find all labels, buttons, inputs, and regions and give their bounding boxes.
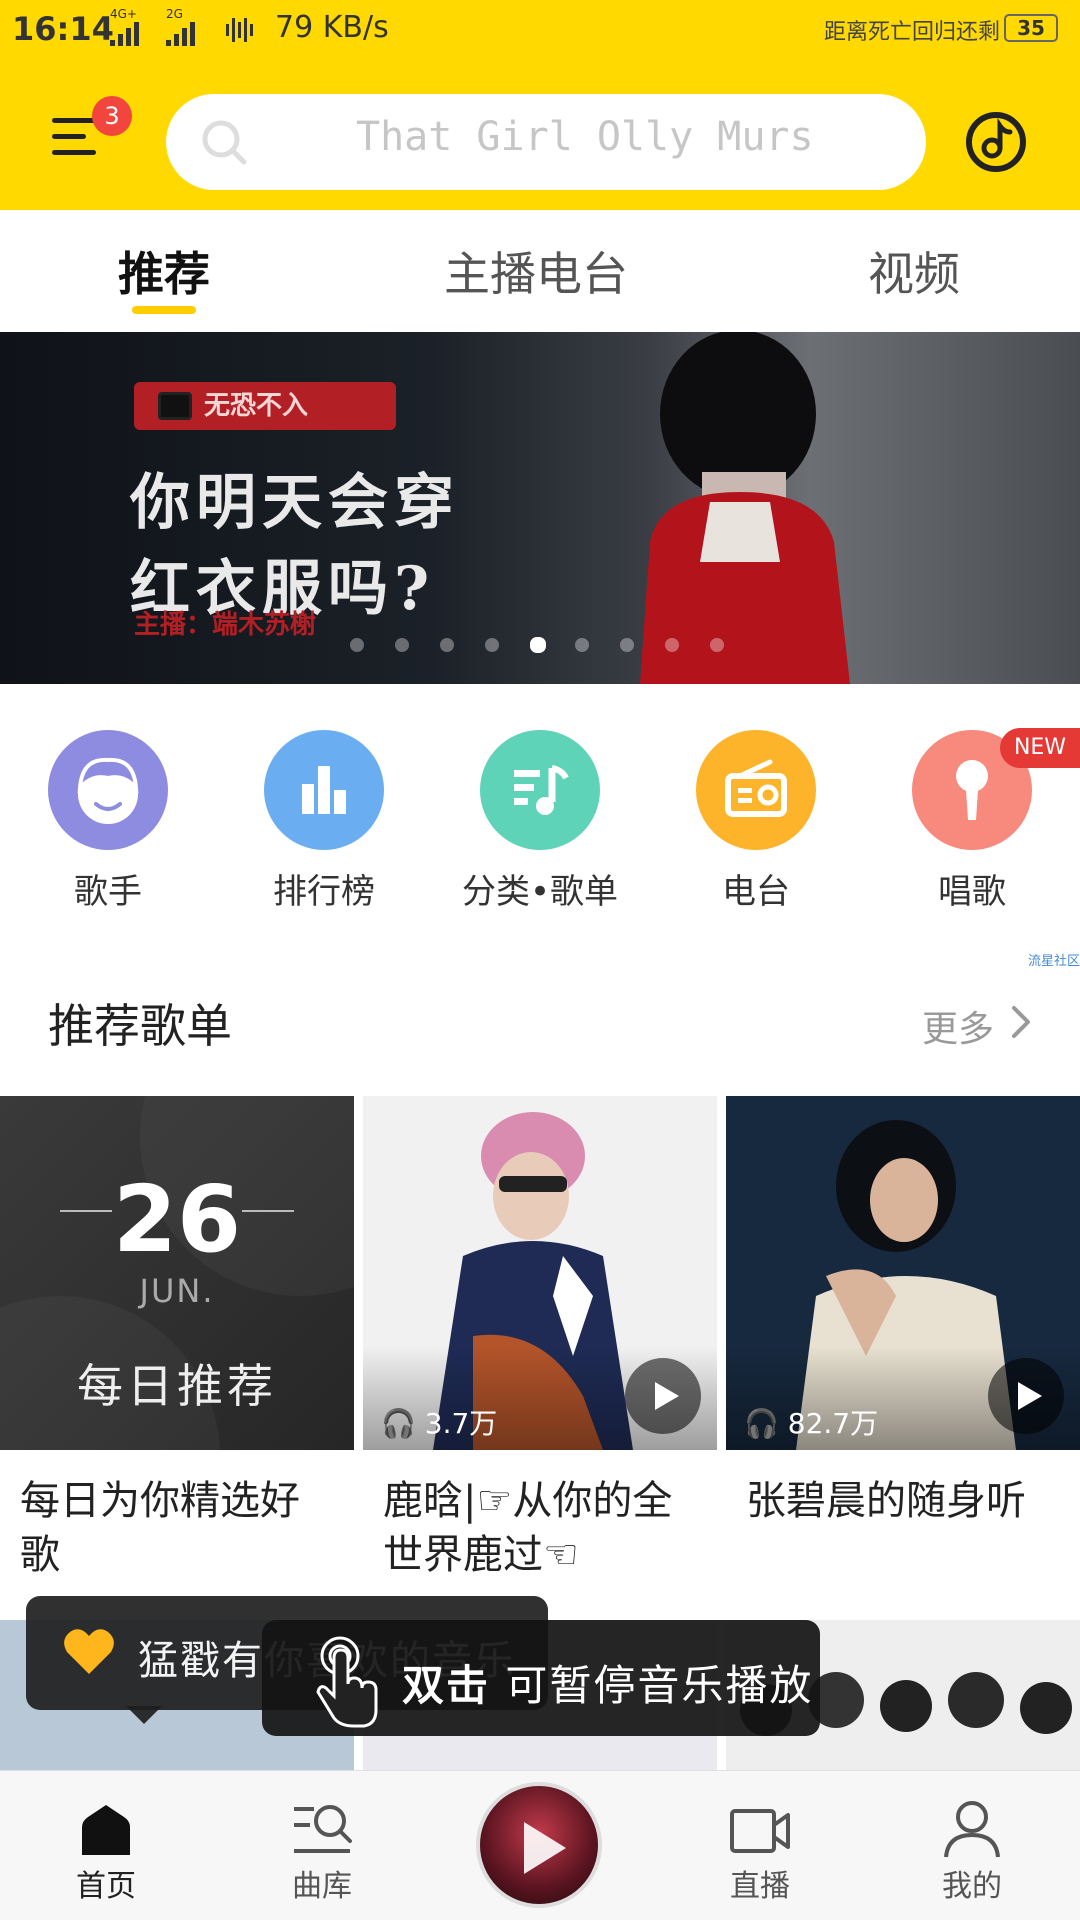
banner-figure-image (640, 332, 850, 684)
video-camera-icon (730, 1809, 790, 1853)
nav-label: 首页 (76, 1869, 136, 1904)
nav-label: 曲库 (292, 1869, 352, 1904)
quick-link-label: 排行榜 (273, 872, 375, 912)
music-recognition-icon[interactable] (964, 110, 1028, 174)
nav-mine[interactable]: 我的 (902, 1799, 1042, 1905)
signal-icon: 4G+ 2G (110, 8, 253, 46)
tab-anchor-radio[interactable]: 主播电台 (444, 238, 628, 304)
playlist-cover: 🎧 82.7万 (726, 1096, 1080, 1450)
carousel-dot[interactable] (350, 638, 364, 652)
status-time: 16:14 (12, 10, 114, 48)
network-1-label: 4G+ (110, 8, 137, 21)
banner-tag: 无恐不入 (134, 382, 396, 430)
quick-link-label: 歌手 (74, 872, 142, 912)
ad-mark: 流星社区 (1028, 954, 1080, 969)
carousel-dot[interactable] (485, 638, 499, 652)
quick-link-category[interactable]: 分类•歌单 (440, 730, 640, 913)
carousel-dot[interactable] (395, 638, 409, 652)
tap-hand-icon (316, 1636, 378, 1728)
daily-recommend-cover: 26 JUN. 每日推荐 (0, 1096, 354, 1450)
banner-tag-label: 无恐不入 (204, 391, 309, 421)
network-2-label: 2G (166, 8, 183, 21)
banner-carousel[interactable]: 无恐不入 你明天会穿 红衣服吗? 主播：端木苏榭 (0, 332, 1080, 684)
daily-month: JUN. (139, 1272, 215, 1310)
chevron-right-icon[interactable] (1010, 1004, 1032, 1040)
nav-home[interactable]: 首页 (36, 1799, 176, 1905)
play-count: 🎧 82.7万 (744, 1407, 879, 1440)
menu-notification-badge: 3 (92, 96, 132, 136)
playlist-title: 鹿晗|☞从你的全世界鹿过☜ (383, 1478, 673, 1578)
play-count-value: 3.7万 (424, 1407, 498, 1440)
tab-recommend[interactable]: 推荐 (118, 238, 210, 304)
battery-icon: 35 (1004, 14, 1058, 42)
quick-link-radio[interactable]: 电台 (656, 730, 856, 913)
nav-live[interactable]: 直播 (690, 1799, 830, 1905)
nav-library[interactable]: 曲库 (252, 1799, 392, 1905)
quick-link-label: 唱歌 (938, 872, 1006, 912)
carousel-dot[interactable] (665, 638, 679, 652)
playlist-title: 张碧晨的随身听 (746, 1478, 1026, 1524)
carousel-dot[interactable] (575, 638, 589, 652)
network-speed: 79 KB/s (275, 10, 389, 45)
carousel-dot-active[interactable] (530, 637, 546, 653)
top-tabs: 推荐 主播电台 视频 (0, 210, 1080, 330)
search-placeholder: That Girl Olly Murs (356, 114, 814, 160)
section-title: 推荐歌单 (48, 999, 232, 1053)
playlist-cover: 🎧 3.7万 (363, 1096, 717, 1450)
nav-label: 直播 (730, 1869, 790, 1904)
chart-bars-icon (264, 730, 384, 850)
nav-label: 我的 (942, 1869, 1002, 1904)
toast-tail (126, 1706, 162, 1724)
playlist-card-zhangbichen[interactable]: 🎧 82.7万 张碧晨的随身听 (726, 1096, 1080, 1528)
carousel-dot[interactable] (440, 638, 454, 652)
banner-headline-line-1: 你明天会穿 (130, 468, 460, 538)
carousel-dot[interactable] (620, 638, 634, 652)
playlist-card-daily[interactable]: 26 JUN. 每日推荐 每日为你精选好歌 (0, 1096, 354, 1582)
quick-link-singer[interactable]: 歌手 (8, 730, 208, 913)
playlist-card-luhan[interactable]: 🎧 3.7万 鹿晗|☞从你的全世界鹿过☜ (363, 1096, 717, 1582)
library-search-icon (294, 1805, 352, 1853)
double-tap-rest: 可暂停音乐播放 (490, 1661, 814, 1710)
double-tap-bold: 双击 (402, 1661, 491, 1710)
radio-icon (158, 392, 192, 420)
tab-video[interactable]: 视频 (868, 238, 960, 304)
play-count: 🎧 3.7万 (381, 1407, 498, 1440)
new-badge: NEW (1000, 728, 1080, 768)
search-input[interactable]: That Girl Olly Murs (166, 94, 926, 190)
countdown-text: 距离死亡回归还剩 (823, 20, 1000, 45)
play-icon[interactable] (625, 1358, 701, 1434)
banner-host: 主播：端木苏榭 (134, 610, 317, 640)
double-tap-toast[interactable]: 双击 可暂停音乐播放 (262, 1620, 820, 1736)
home-icon (82, 1805, 130, 1855)
quick-link-label: 分类•歌单 (461, 872, 619, 912)
daily-day: 26 (112, 1166, 242, 1273)
daily-label: 每日推荐 (77, 1359, 277, 1413)
radio-icon (696, 730, 816, 850)
carousel-dot[interactable] (710, 638, 724, 652)
top-bar: 16:14 4G+ 2G 79 KB/s 距离死亡回归还剩 35 3 That … (0, 0, 1080, 210)
play-icon (524, 1822, 566, 1874)
status-bar: 16:14 4G+ 2G 79 KB/s 距离死亡回归还剩 35 (0, 0, 1080, 60)
quick-link-label: 电台 (722, 872, 790, 912)
singer-icon (48, 730, 168, 850)
playlist-category-icon (480, 730, 600, 850)
more-link[interactable]: 更多 (922, 1000, 994, 1052)
play-icon[interactable] (988, 1358, 1064, 1434)
person-icon (944, 1801, 1000, 1858)
tab-active-indicator (132, 306, 196, 314)
search-icon (202, 120, 247, 165)
heart-icon (64, 1629, 114, 1674)
now-playing-button[interactable] (476, 1782, 602, 1908)
playlist-title: 每日为你精选好歌 (20, 1478, 300, 1578)
double-tap-text: 双击 可暂停音乐播放 (402, 1652, 813, 1713)
play-count-value: 82.7万 (787, 1407, 879, 1440)
quick-link-charts[interactable]: 排行榜 (224, 730, 424, 913)
quick-links: 歌手 排行榜 分类•歌单 电台 唱歌 (0, 730, 1080, 930)
